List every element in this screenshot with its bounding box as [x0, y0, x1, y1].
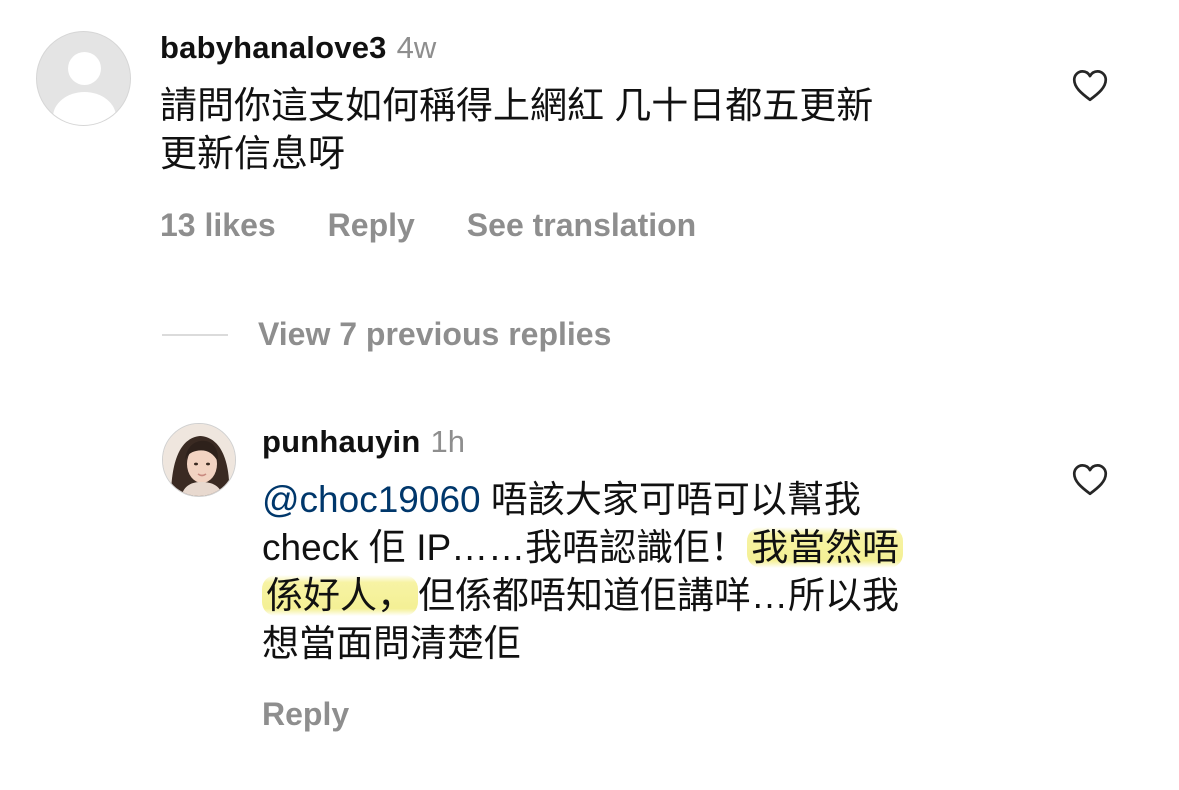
reply-button[interactable]: Reply: [328, 207, 415, 244]
avatar-body-shape: [53, 92, 116, 125]
highlighted-text: 係好人，: [262, 575, 418, 616]
reply-button[interactable]: Reply: [262, 696, 349, 733]
replies-divider-line: [162, 333, 228, 336]
comment-body: 請問你這支如何稱得上網紅 几十日都五更新 更新信息呀: [160, 82, 1020, 178]
profile-photo-icon: [163, 424, 235, 496]
reply-header: punhauyin 1h: [262, 424, 465, 460]
highlighted-text: 我當然唔: [747, 527, 904, 568]
view-previous-replies[interactable]: View 7 previous replies: [162, 316, 611, 353]
comment-username[interactable]: babyhanalove3: [160, 30, 387, 66]
reply-text-segment: check 佢 IP……我唔認識佢！: [262, 527, 748, 568]
comment-text-line: 請問你這支如何稱得上網紅 几十日都五更新: [160, 85, 874, 126]
reply-text-segment: 唔該大家可唔可以幫我: [480, 479, 861, 520]
likes-count[interactable]: 13 likes: [160, 207, 276, 244]
reply-timestamp: 1h: [430, 424, 465, 459]
mention-link[interactable]: @choc19060: [262, 479, 481, 520]
reply-text-segment: 但係都唔知道佢講咩…所以我: [418, 575, 899, 616]
view-replies-label: View 7 previous replies: [258, 316, 612, 352]
heart-outline-icon[interactable]: [1072, 463, 1108, 496]
reply-body: @choc19060 唔該大家可唔可以幫我 check 佢 IP……我唔認識佢！…: [262, 476, 1042, 668]
comment-timestamp: 4w: [396, 30, 437, 65]
heart-outline-icon[interactable]: [1072, 69, 1108, 102]
reply-text-line: @choc19060 唔該大家可唔可以幫我: [262, 476, 1042, 524]
reply-text-line: check 佢 IP……我唔認識佢！ 我當然唔: [262, 524, 1042, 572]
reply-username[interactable]: punhauyin: [262, 424, 421, 460]
user-avatar[interactable]: [162, 423, 236, 497]
default-avatar-icon[interactable]: [36, 31, 131, 126]
comment-text-line: 更新信息呀: [160, 133, 345, 174]
reply-text-line: 係好人， 但係都唔知道佢講咩…所以我: [262, 572, 1042, 620]
comment-actions: 13 likes Reply See translation: [160, 207, 696, 244]
reply-actions: Reply: [262, 696, 349, 733]
avatar-head-shape: [68, 52, 101, 85]
reply-text-line: 想當面問清楚佢: [262, 623, 521, 664]
comment-header: babyhanalove3 4w: [160, 30, 436, 66]
see-translation-button[interactable]: See translation: [467, 207, 696, 244]
